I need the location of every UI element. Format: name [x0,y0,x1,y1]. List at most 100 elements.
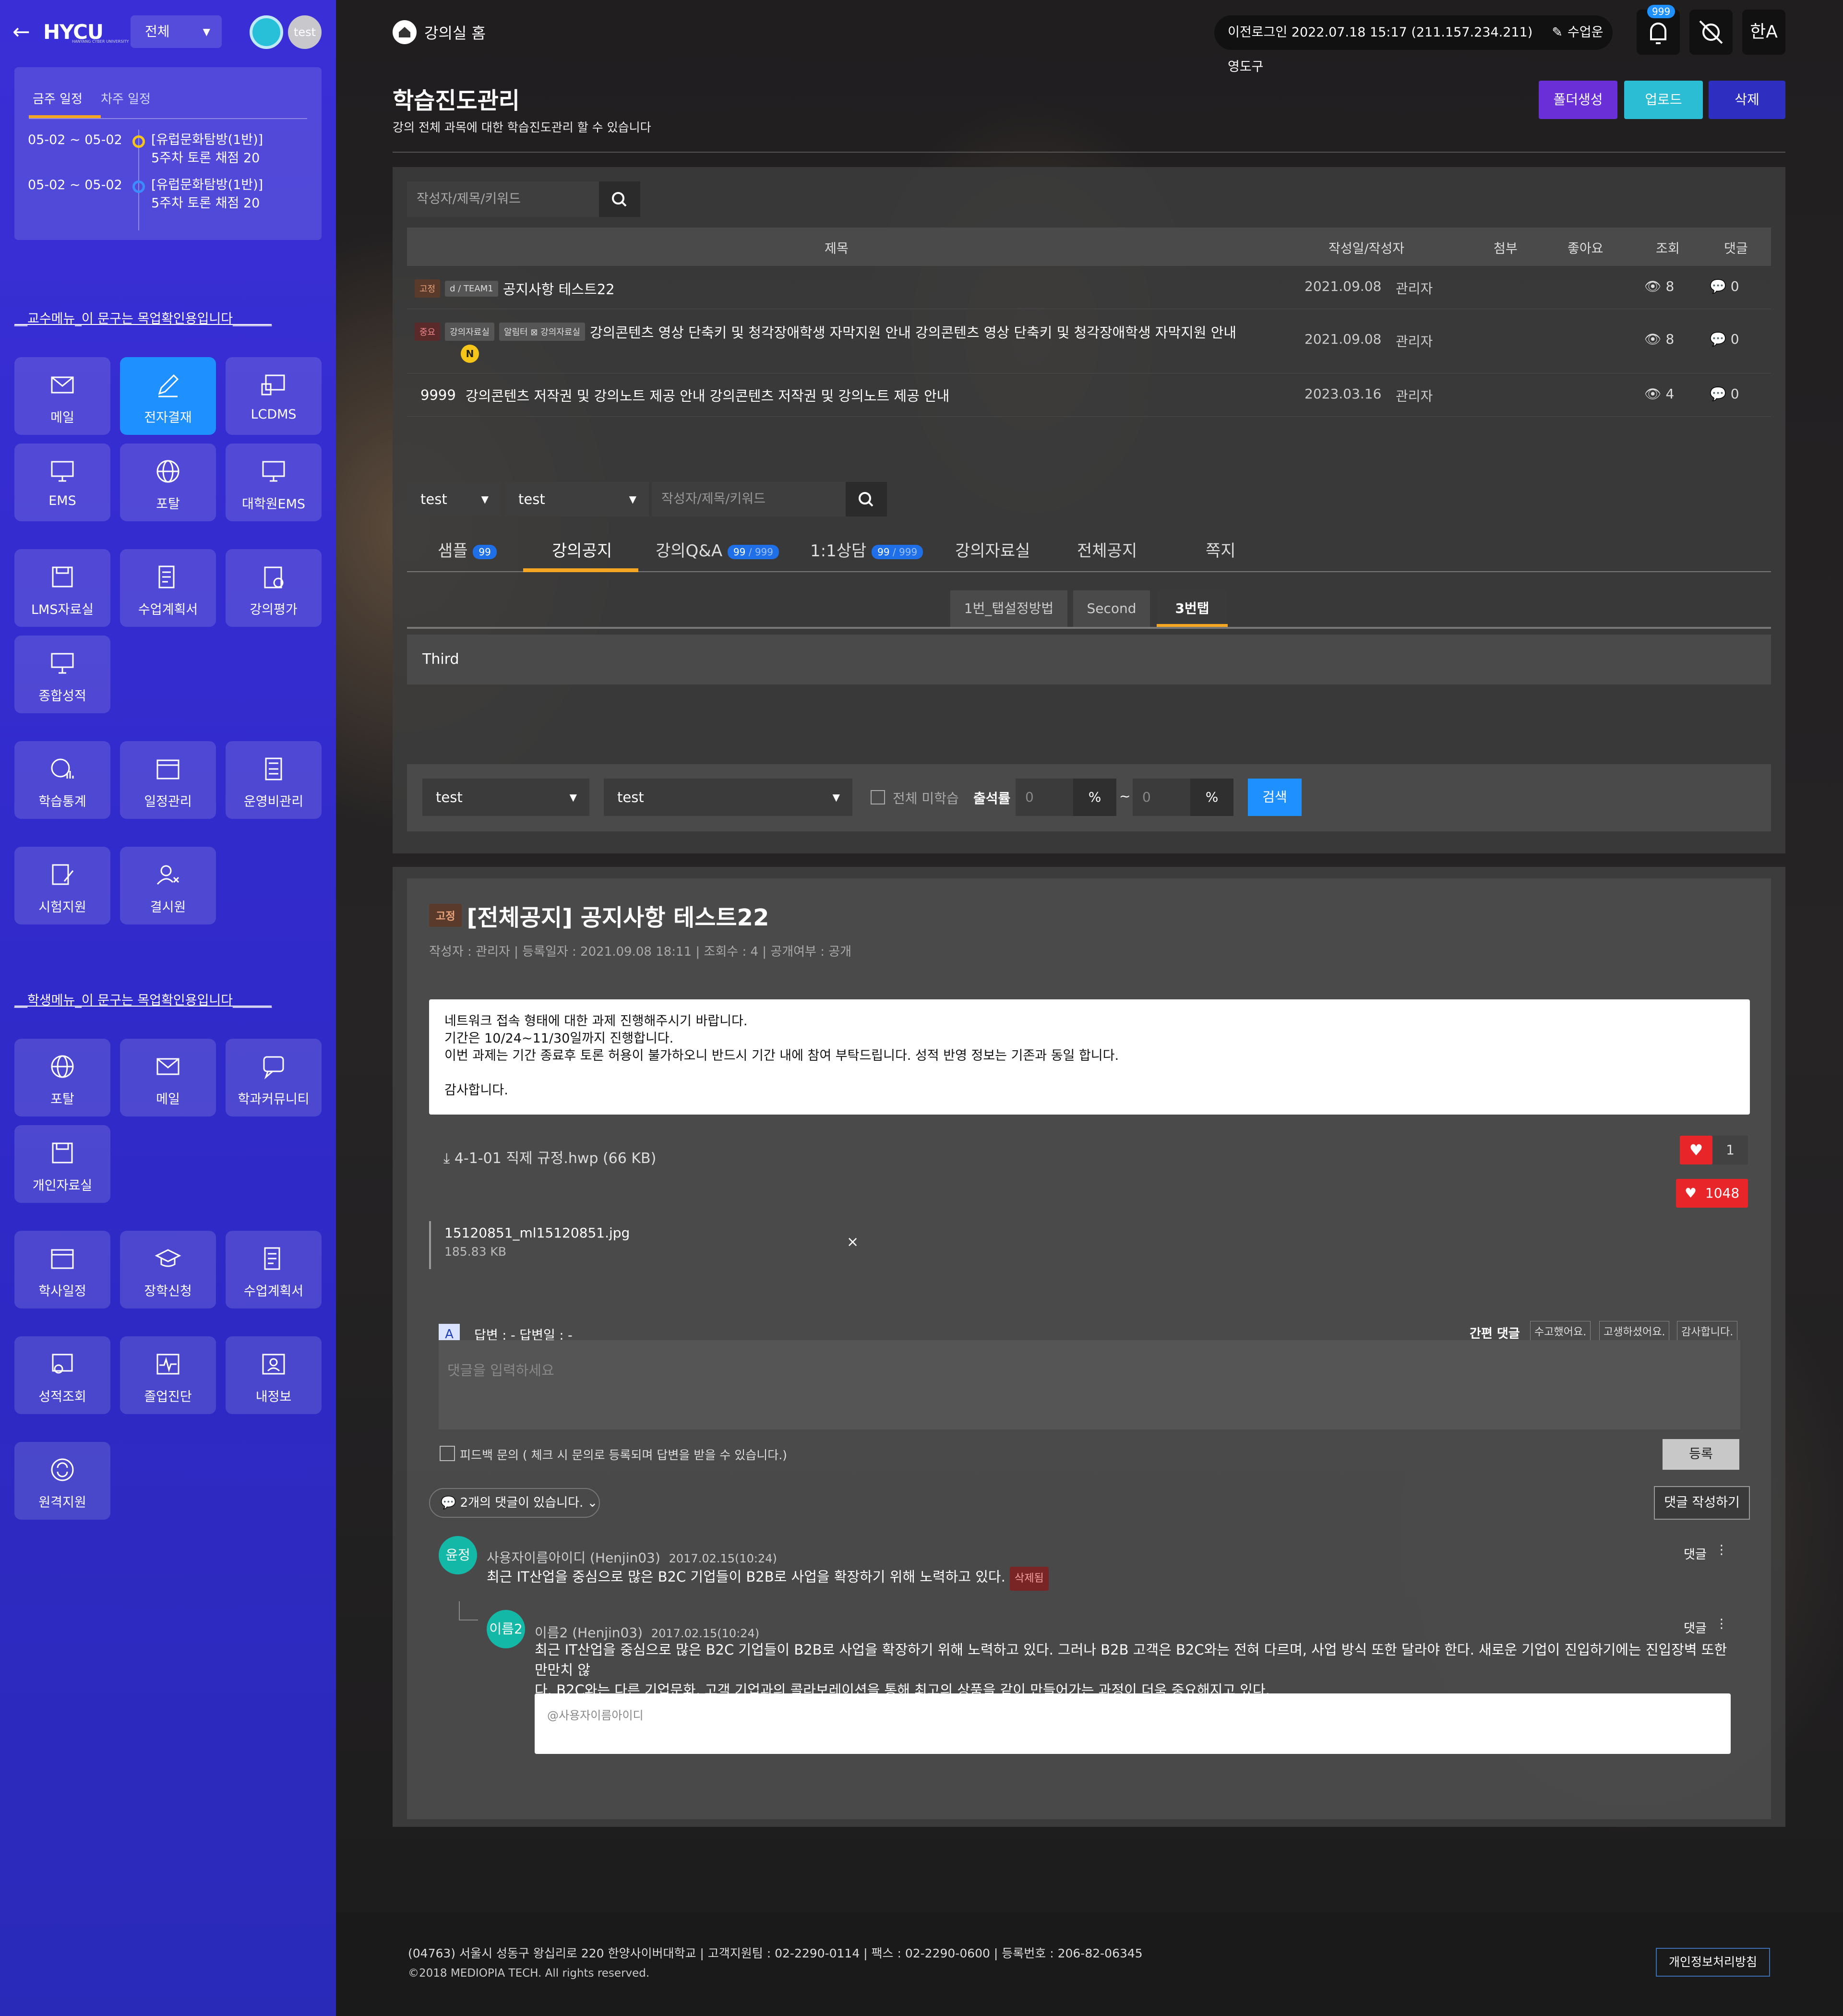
filter-select-1[interactable]: test ▼ [407,482,501,516]
schedule-title[interactable]: [유럽문화탐방(1반)] [151,177,263,194]
tile-portal[interactable]: 포탈 [14,1039,110,1116]
tile-syllabus[interactable]: 수업계획서 [226,1231,322,1308]
row-title[interactable]: 공지사항 테스트22 [503,278,615,299]
delete-button[interactable]: 삭제 [1709,81,1785,119]
tile-portal[interactable]: 포탈 [120,444,216,521]
reply-link[interactable]: 댓글 [1684,1619,1707,1636]
comment-count-toggle[interactable]: 💬 2개의 댓글이 있습니다. ⌄ [429,1488,600,1518]
wrench-icon[interactable]: ✎ [1552,25,1563,40]
row-title[interactable]: 강의콘텐츠 저작권 및 강의노트 제공 안내 강의콘텐츠 저작권 및 강의노트 … [466,385,950,405]
tab-all-notice[interactable]: 전체공지 [1077,538,1137,561]
rate-label: 출석률 [973,791,1011,806]
scope-select[interactable]: 전체 ▼ [131,15,222,48]
filter-search-button[interactable] [846,482,887,516]
rate-from-input[interactable]: 0 [1016,779,1073,816]
table-row[interactable]: 9999 강의콘텐츠 저작권 및 강의노트 제공 안내 강의콘텐츠 저작권 및 … [407,373,1771,417]
avatar[interactable]: test [288,15,322,49]
reply-input[interactable]: @사용자이름아이디 [535,1693,1731,1754]
tile-mail[interactable]: 메일 [14,357,110,435]
like-total-button[interactable]: ♥ 1048 [1676,1179,1748,1208]
tab-message[interactable]: 쪽지 [1206,538,1236,561]
more-icon[interactable]: ⋮ [1715,1617,1728,1631]
subtab-1[interactable]: 1번_탭설정방법 [950,590,1067,627]
tile-syllabus[interactable]: 수업계획서 [120,549,216,627]
search-input[interactable]: 작성자/제목/키워드 [407,181,599,217]
tile-lms-files[interactable]: LMS자료실 [14,549,110,627]
tile-grades[interactable]: 성적조회 [14,1336,110,1414]
tile-approval[interactable]: 전자결재 [120,357,216,435]
privacy-policy-button[interactable]: 개인정보처리방침 [1656,1948,1770,1977]
tab-lecture-notice[interactable]: 강의공지 [552,538,612,561]
write-comment-button[interactable]: 댓글 작성하기 [1654,1486,1750,1520]
quick-comment-1[interactable]: 수고했어요. [1530,1321,1591,1341]
tile-community[interactable]: 학과커뮤니티 [226,1039,322,1116]
feedback-checkbox[interactable] [440,1446,455,1461]
home-icon[interactable] [393,20,417,44]
reply-link[interactable]: 댓글 [1684,1545,1707,1562]
like-button[interactable]: ♥ [1680,1136,1712,1164]
tile-personal-files[interactable]: 개인자료실 [14,1125,110,1203]
more-icon[interactable]: ⋮ [1715,1543,1728,1557]
table-row[interactable]: 중요 강의자료실 알림터 ⊠ 강의자료실 강의콘텐츠 영상 단축키 및 청각장애… [407,309,1771,373]
tile-graduation[interactable]: 졸업진단 [120,1336,216,1414]
pen-icon [158,374,179,397]
calendar-icon [156,759,180,780]
eye-icon: 👁 [1644,331,1662,347]
language-button[interactable]: 한A [1742,10,1785,55]
tile-total-grade[interactable]: 종합성적 [14,636,110,713]
tab-lecture-files[interactable]: 강의자료실 [955,538,1030,561]
heart-icon: ♥ [1685,1185,1697,1201]
tile-grad-ems[interactable]: 대학원EMS [226,444,322,521]
tile-ems[interactable]: EMS [14,444,110,521]
quick-comment-3[interactable]: 감사합니다. [1677,1321,1738,1341]
filter-select-2[interactable]: test ▼ [505,482,649,516]
tab-lecture-qa[interactable]: 강의Q&A 99 / 999 [656,538,779,561]
tile-academic-calendar[interactable]: 학사일정 [14,1231,110,1308]
footer-address: (04763) 서울시 성동구 왕십리로 220 한양사이버대학교 | 고객지원… [408,1946,1143,1960]
table-row[interactable]: 고정 d / TEAM1 공지사항 테스트22 2021.09.08 관리자 👁… [407,266,1771,309]
subtab-2[interactable]: Second [1073,590,1150,627]
row-title[interactable]: 강의콘텐츠 영상 단축키 및 청각장애학생 자막지원 안내 강의콘텐츠 영상 단… [590,322,1236,342]
theme-toggle[interactable] [1689,10,1733,55]
row-views-value: 8 [1665,278,1675,294]
tab-consult[interactable]: 1:1상담 99 / 999 [810,538,923,561]
search-button[interactable] [599,181,640,217]
tile-scholarship[interactable]: 장학신청 [120,1231,216,1308]
tile-my-info[interactable]: 내정보 [226,1336,322,1414]
bar-select-2[interactable]: test ▼ [604,779,852,816]
attachment-link[interactable]: ⤓ 4-1-01 직제 규정.hwp (66 KB) [443,1146,656,1167]
tile-stats[interactable]: 학습통계 [14,741,110,819]
close-icon[interactable]: × [847,1234,859,1250]
tile-label: 메일 [156,1092,180,1107]
tab-next-week[interactable]: 차주 일정 [101,89,151,107]
tile-evaluation[interactable]: 강의평가 [226,549,322,627]
tile-schedule[interactable]: 일정관리 [120,741,216,819]
profile-icon[interactable] [250,15,283,49]
tile-budget[interactable]: 운영비관리 [226,741,322,819]
schedule-title[interactable]: [유럽문화탐방(1반)] [151,132,263,149]
tile-label: 수업계획서 [138,602,198,617]
search-button[interactable]: 검색 [1248,779,1302,816]
create-folder-button[interactable]: 폴더생성 [1539,81,1617,119]
comment-input[interactable]: 댓글을 입력하세요 [439,1340,1740,1429]
bar-select-1[interactable]: test ▼ [422,779,589,816]
tile-absence[interactable]: 결시원 [120,847,216,924]
quick-comment-2[interactable]: 고생하셨어요. [1599,1321,1670,1341]
tab-sample[interactable]: 샘플 99 [438,538,497,561]
percent-label: % [1190,779,1233,816]
tile-lcdms[interactable]: LCDMS [226,357,322,435]
upload-button[interactable]: 업로드 [1624,81,1703,119]
tile-remote-support[interactable]: 원격지원 [14,1442,110,1520]
filter-search-input[interactable]: 작성자/제목/키워드 [652,482,846,516]
rate-to-input[interactable]: 0 [1133,779,1190,816]
breadcrumb[interactable]: 강의실 홈 [424,21,486,43]
subtab-3[interactable]: 3번탭 [1157,590,1228,627]
unlearned-checkbox[interactable] [871,790,885,804]
register-button[interactable]: 등록 [1663,1439,1739,1470]
tile-mail[interactable]: 메일 [120,1039,216,1116]
tile-exam[interactable]: 시험지원 [14,847,110,924]
tab-count-total: / 999 [892,546,918,558]
tab-this-week[interactable]: 금주 일정 [33,89,83,107]
calculator-icon [265,757,282,780]
back-arrow-icon[interactable]: ← [12,20,36,44]
